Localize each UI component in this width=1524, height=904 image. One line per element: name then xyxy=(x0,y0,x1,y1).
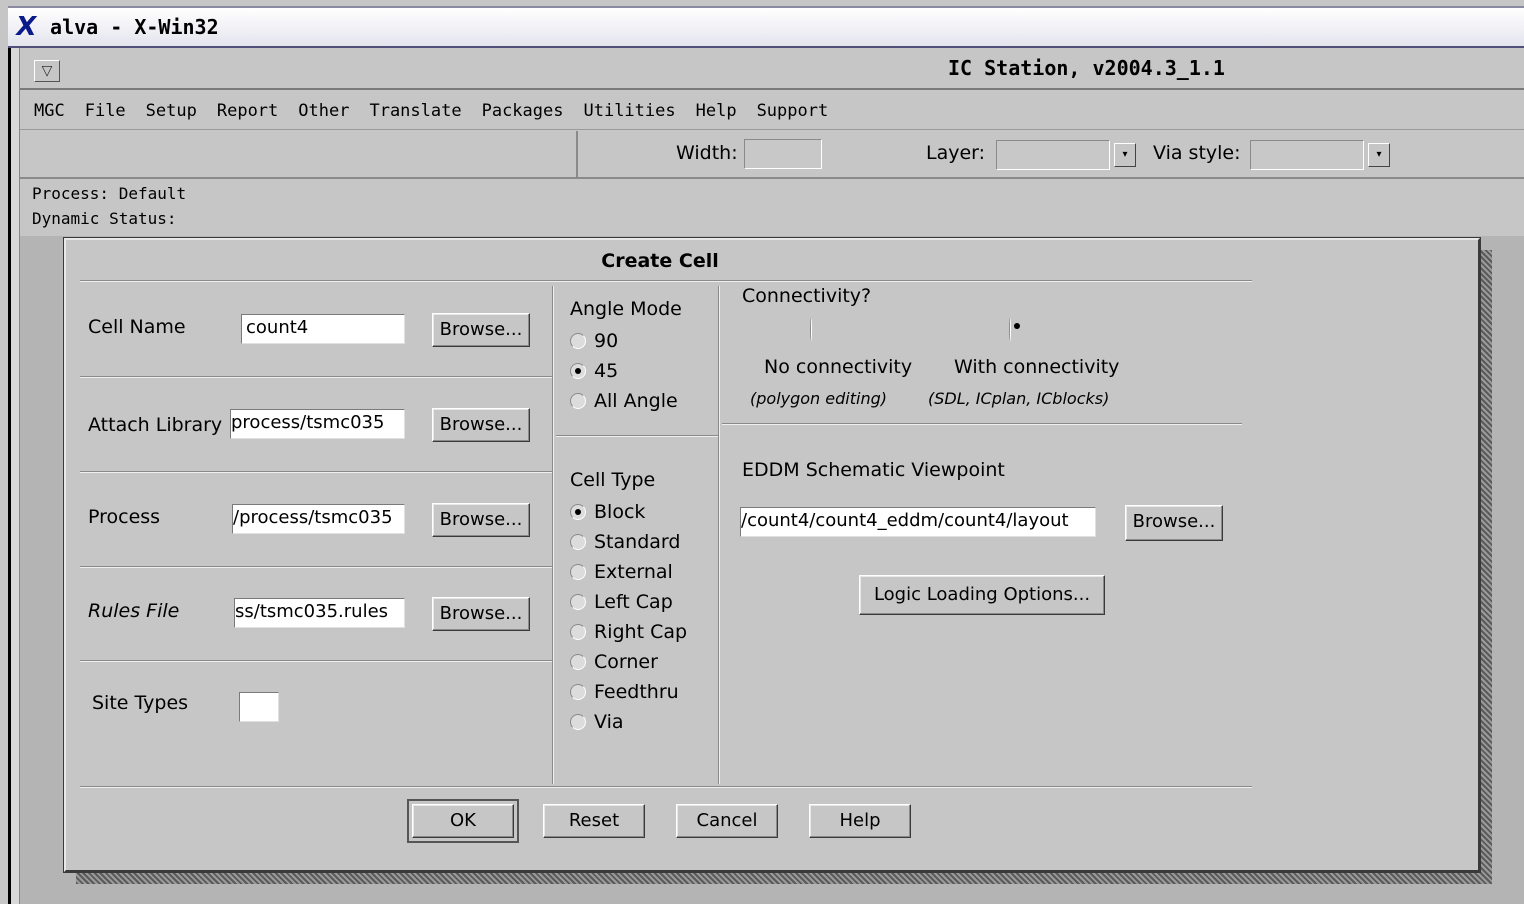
angle-mode-all[interactable]: All Angle xyxy=(570,390,678,412)
cell-name-input[interactable]: count4 xyxy=(241,314,405,344)
attach-library-browse-button[interactable]: Browse... xyxy=(432,408,530,442)
eddm-viewpoint-label: EDDM Schematic Viewpoint xyxy=(742,459,1005,481)
ok-button[interactable]: OK xyxy=(407,799,519,843)
cell-type-corner[interactable]: Corner xyxy=(570,651,658,673)
rules-file-label: Rules File xyxy=(88,600,180,622)
row-separator xyxy=(80,566,552,568)
cell-type-external[interactable]: External xyxy=(570,561,673,583)
menu-help[interactable]: Help xyxy=(694,101,739,121)
menu-packages[interactable]: Packages xyxy=(480,101,566,121)
radio-button[interactable] xyxy=(570,333,586,349)
width-field[interactable] xyxy=(744,139,822,169)
row-separator xyxy=(80,471,552,473)
create-cell-dialog: Create Cell Cell Name count4 Browse... A… xyxy=(63,237,1481,873)
eddm-browse-button[interactable]: Browse... xyxy=(1125,505,1223,541)
menu-file[interactable]: File xyxy=(83,101,128,121)
process-status: Process: Default xyxy=(32,184,187,203)
layer-dropdown-icon[interactable]: ▾ xyxy=(1114,143,1136,167)
buttons-separator xyxy=(80,786,1252,788)
menu-setup[interactable]: Setup xyxy=(144,101,199,121)
row-separator xyxy=(80,376,552,378)
section-separator xyxy=(722,423,1242,425)
angle-mode-label: Angle Mode xyxy=(570,298,682,320)
radio-button[interactable] xyxy=(570,714,586,730)
radio-button[interactable] xyxy=(570,624,586,640)
radio-button[interactable] xyxy=(570,393,586,409)
attach-library-label: Attach Library xyxy=(88,414,223,436)
menu-other[interactable]: Other xyxy=(296,101,351,121)
window-menu-button[interactable]: ▽ xyxy=(34,60,60,82)
connectivity-label: Connectivity? xyxy=(742,285,872,307)
no-connectivity-sublabel: (polygon editing) xyxy=(750,389,887,408)
no-connectivity-radio[interactable] xyxy=(810,318,812,341)
eddm-viewpoint-input[interactable]: /count4/count4_eddm/count4/layout xyxy=(740,507,1096,537)
reset-button[interactable]: Reset xyxy=(543,804,645,838)
menu-report[interactable]: Report xyxy=(215,101,280,121)
cell-name-browse-button[interactable]: Browse... xyxy=(432,313,530,347)
angle-mode-45[interactable]: 45 xyxy=(570,360,618,382)
toolbar: Width: Layer: ▾ Via style: ▾ xyxy=(20,131,1524,179)
app-title: IC Station, v2004.3_1.1 xyxy=(948,56,1225,80)
cancel-button[interactable]: Cancel xyxy=(676,804,778,838)
menu-support[interactable]: Support xyxy=(755,101,831,121)
menu-translate[interactable]: Translate xyxy=(367,101,463,121)
with-connectivity-radio[interactable] xyxy=(1009,318,1011,341)
help-button[interactable]: Help xyxy=(809,804,911,838)
attach-library-input[interactable]: process/tsmc035 xyxy=(230,409,405,439)
radio-button[interactable] xyxy=(570,654,586,670)
radio-button[interactable] xyxy=(570,684,586,700)
process-input[interactable]: /process/tsmc035 xyxy=(232,504,405,534)
angle-mode-90[interactable]: 90 xyxy=(570,330,618,352)
radio-button-selected[interactable] xyxy=(570,504,586,520)
site-types-input[interactable] xyxy=(239,692,279,722)
rules-file-input[interactable]: ss/tsmc035.rules xyxy=(234,598,405,628)
layer-combo[interactable] xyxy=(996,140,1110,170)
xwin-title-bar[interactable]: X alva - X-Win32 xyxy=(8,6,1524,48)
layer-label: Layer: xyxy=(926,142,986,164)
dynamic-status: Dynamic Status: xyxy=(32,209,177,228)
via-style-dropdown-icon[interactable]: ▾ xyxy=(1368,143,1390,167)
section-separator xyxy=(556,435,718,437)
menu-utilities[interactable]: Utilities xyxy=(581,101,677,121)
cell-type-block[interactable]: Block xyxy=(570,501,645,523)
process-label: Process xyxy=(88,506,161,528)
logic-loading-options-button[interactable]: Logic Loading Options... xyxy=(859,575,1105,615)
cell-type-via[interactable]: Via xyxy=(570,711,624,733)
radio-button[interactable] xyxy=(570,594,586,610)
via-style-label: Via style: xyxy=(1153,142,1241,164)
cell-type-feedthru[interactable]: Feedthru xyxy=(570,681,679,703)
radio-button[interactable] xyxy=(570,564,586,580)
site-types-label: Site Types xyxy=(92,692,189,714)
cell-name-label: Cell Name xyxy=(88,316,186,338)
cell-type-standard[interactable]: Standard xyxy=(570,531,680,553)
column-separator xyxy=(718,286,720,784)
no-connectivity-label: No connectivity xyxy=(764,356,913,378)
cell-type-left-cap[interactable]: Left Cap xyxy=(570,591,673,613)
toolbar-divider xyxy=(576,131,578,179)
radio-button-selected[interactable] xyxy=(570,363,586,379)
rules-file-browse-button[interactable]: Browse... xyxy=(432,597,530,631)
cell-type-right-cap[interactable]: Right Cap xyxy=(570,621,687,643)
dialog-title: Create Cell xyxy=(601,250,719,272)
via-style-combo[interactable] xyxy=(1250,140,1364,170)
menubar: MGC File Setup Report Other Translate Pa… xyxy=(20,92,1524,130)
width-label: Width: xyxy=(676,142,738,164)
title-separator xyxy=(80,280,1252,282)
app-title-bar: ▽ IC Station, v2004.3_1.1 xyxy=(20,50,1524,90)
with-connectivity-label: With connectivity xyxy=(954,356,1120,378)
cell-type-label: Cell Type xyxy=(570,469,656,491)
menu-mgc[interactable]: MGC xyxy=(32,101,67,121)
column-separator xyxy=(552,286,554,784)
row-separator xyxy=(80,660,552,662)
xwin32-logo-icon: X xyxy=(13,12,39,42)
xwin-title: alva - X-Win32 xyxy=(50,15,219,39)
with-connectivity-sublabel: (SDL, ICplan, ICblocks) xyxy=(928,389,1110,408)
radio-button[interactable] xyxy=(570,534,586,550)
window-frame-border xyxy=(11,48,20,904)
process-browse-button[interactable]: Browse... xyxy=(432,503,530,537)
